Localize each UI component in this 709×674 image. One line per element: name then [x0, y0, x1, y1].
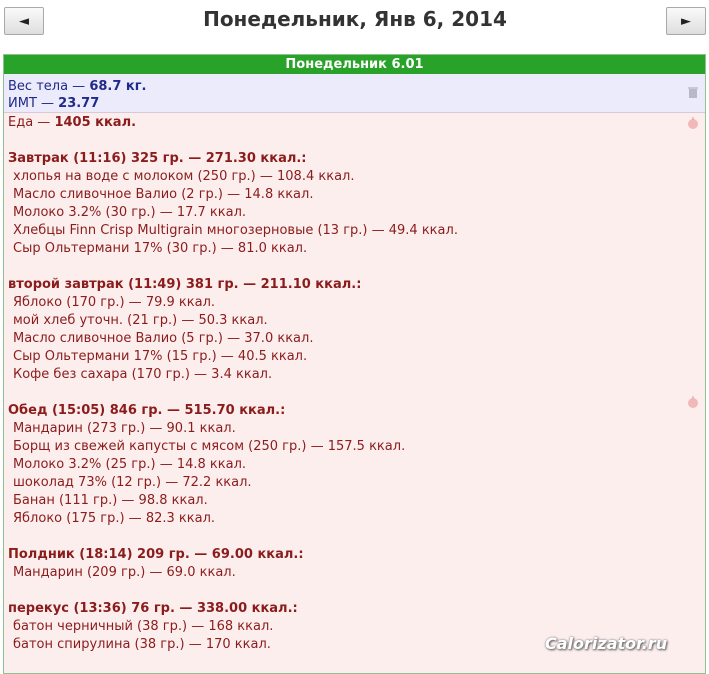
food-item: шоколад 73% (12 гр.) — 72.2 ккал. — [13, 475, 252, 490]
food-item: Молоко 3.2% (25 гр.) — 14.8 ккал. — [13, 457, 247, 472]
food-item: мой хлеб уточн. (21 гр.) — 50.3 ккал. — [13, 313, 268, 328]
meal-section: Полдник (18:14) 209 гр. — 69.00 ккал.: Ма… — [8, 546, 705, 582]
food-total-label: Еда — — [8, 115, 55, 130]
weight-label: Вес тела — — [8, 79, 90, 94]
apple-icon[interactable] — [687, 396, 699, 408]
food-total-value: 1405 ккал. — [54, 115, 137, 130]
meal-title: Обед (15:05) 846 гр. — 515.70 ккал.: — [8, 403, 286, 418]
body-stats: Вес тела — 68.7 кг. ИМТ — 23.77 — [4, 74, 705, 113]
date-navigation: ◄ Понедельник, Янв 6, 2014 ► — [0, 0, 709, 48]
bmi-value: 23.77 — [58, 96, 100, 111]
meal-list: Завтрак (11:16) 325 гр. — 271.30 ккал.: х… — [8, 150, 705, 654]
meal-section: второй завтрак (11:49) 381 гр. — 211.10 … — [8, 276, 705, 384]
food-total: Еда — 1405 ккал. — [8, 113, 705, 132]
food-item: Сыр Ольтермани 17% (30 гр.) — 81.0 ккал. — [13, 241, 308, 256]
food-item: Мандарин (273 гр.) — 90.1 ккал. — [13, 421, 236, 436]
meal-section: Завтрак (11:16) 325 гр. — 271.30 ккал.: х… — [8, 150, 705, 258]
weight-line: Вес тела — 68.7 кг. — [8, 78, 705, 95]
day-panel-title: Понедельник 6.01 — [4, 55, 705, 74]
apple-icon[interactable] — [687, 117, 699, 129]
trash-icon[interactable] — [687, 86, 699, 98]
food-item: Яблоко (170 гр.) — 79.9 ккал. — [13, 295, 216, 310]
food-item: хлопья на воде с молоком (250 гр.) — 108… — [13, 169, 355, 184]
meal-title: перекус (13:36) 76 гр. — 338.00 ккал.: — [8, 601, 298, 616]
food-item: Банан (111 гр.) — 98.8 ккал. — [13, 493, 208, 508]
food-item: Яблоко (175 гр.) — 82.3 ккал. — [13, 511, 216, 526]
watermark: Calorizator.ru — [545, 634, 668, 653]
meal-title: Завтрак (11:16) 325 гр. — 271.30 ккал.: — [8, 151, 307, 166]
weight-value: 68.7 кг. — [89, 79, 147, 94]
food-item: Сыр Ольтермани 17% (15 гр.) — 40.5 ккал. — [13, 349, 308, 364]
meal-title: второй завтрак (11:49) 381 гр. — 211.10 … — [8, 277, 362, 292]
food-item: Молоко 3.2% (30 гр.) — 17.7 ккал. — [13, 205, 247, 220]
bmi-label: ИМТ — — [8, 96, 59, 111]
next-day-button[interactable]: ► — [666, 7, 706, 35]
page-title: Понедельник, Янв 6, 2014 — [203, 7, 507, 31]
meal-title: Полдник (18:14) 209 гр. — 69.00 ккал.: — [8, 547, 304, 562]
food-item: Хлебцы Finn Crisp Multigrain многозернов… — [13, 223, 458, 238]
prev-day-button[interactable]: ◄ — [4, 7, 44, 35]
food-item: Масло сливочное Валио (2 гр.) — 14.8 кка… — [13, 187, 314, 202]
food-item: Борщ из свежей капусты с мясом (250 гр.)… — [13, 439, 406, 454]
food-item: Мандарин (209 гр.) — 69.0 ккал. — [13, 565, 236, 580]
food-item: Масло сливочное Валио (5 гр.) — 37.0 кка… — [13, 331, 314, 346]
meal-section: Обед (15:05) 846 гр. — 515.70 ккал.: Манд… — [8, 402, 705, 528]
food-item: Кофе без сахара (170 гр.) — 3.4 ккал. — [13, 367, 273, 382]
day-panel: Понедельник 6.01 Вес тела — 68.7 кг. ИМТ… — [3, 54, 706, 674]
food-block: Еда — 1405 ккал. Завтрак (11:16) 325 гр.… — [4, 113, 705, 654]
bmi-line: ИМТ — 23.77 — [8, 95, 705, 112]
